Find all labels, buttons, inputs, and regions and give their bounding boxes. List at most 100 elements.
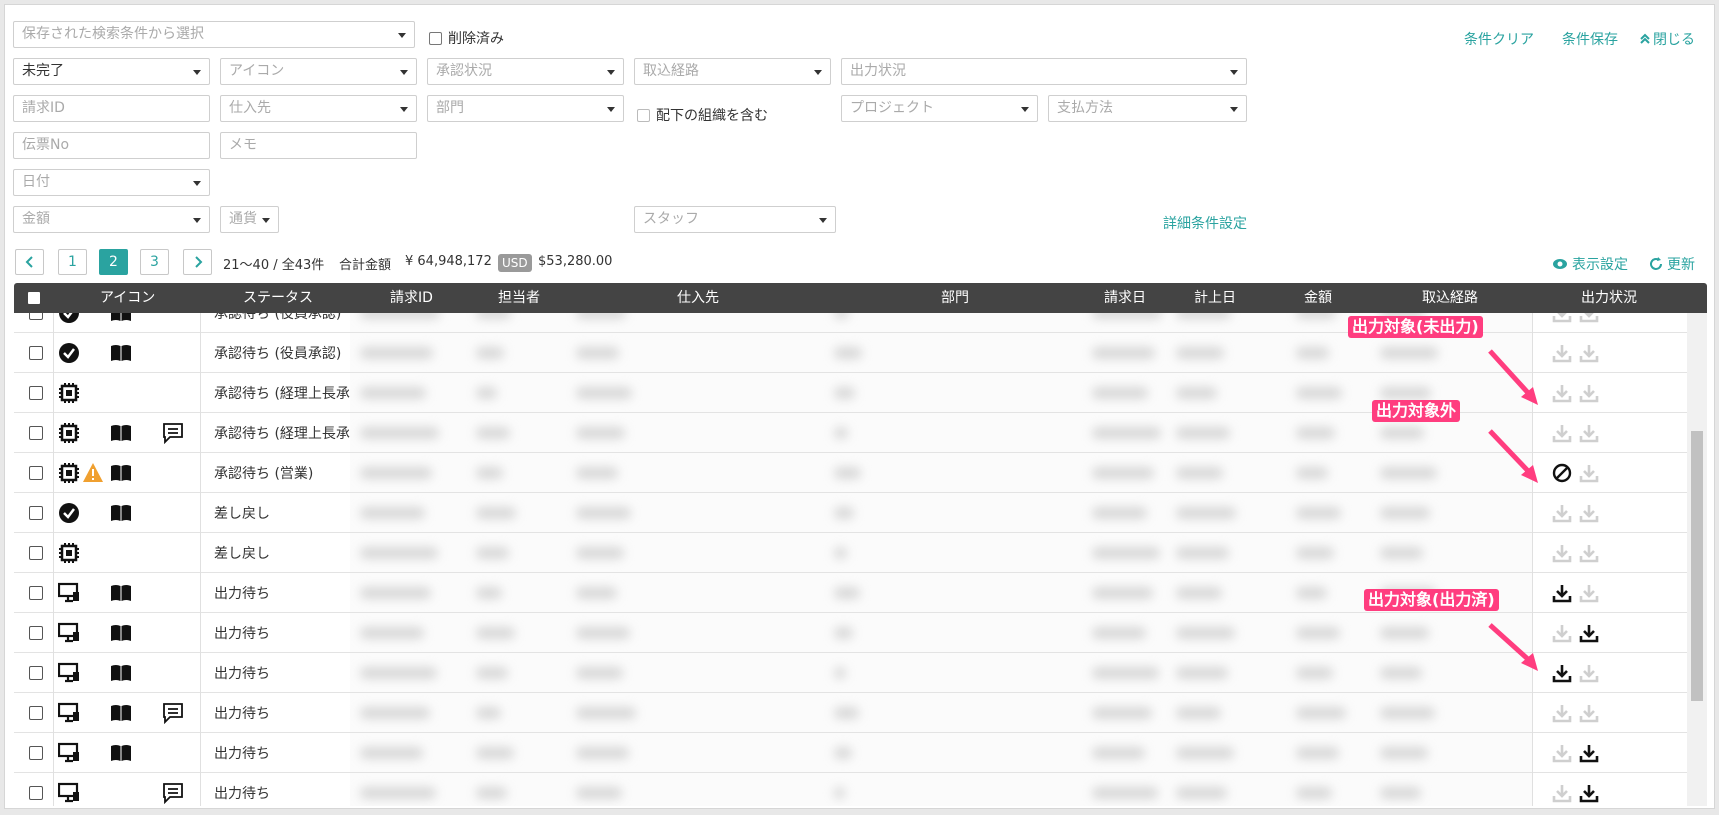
download-icon[interactable] [1579, 343, 1601, 365]
memo-input[interactable] [220, 132, 417, 159]
invoice-id-input[interactable] [13, 95, 210, 122]
amount-select[interactable]: 金額 [13, 206, 210, 233]
header-status[interactable]: ステータス [243, 283, 313, 313]
slip-no-field[interactable] [22, 137, 209, 153]
header-invoice-id[interactable]: 請求ID [390, 283, 433, 313]
icon-select[interactable]: アイコン [220, 58, 417, 85]
total-usd: $53,280.00 [538, 254, 613, 269]
header-owner[interactable]: 担当者 [498, 283, 540, 313]
output-status-select[interactable]: 出力状況 [841, 58, 1247, 85]
date-select[interactable]: 日付 [13, 169, 210, 196]
row-checkbox[interactable] [29, 426, 43, 440]
table-row[interactable]: 出力待ち [14, 613, 1687, 653]
clear-conditions-link[interactable]: 条件クリア [1464, 29, 1534, 49]
row-checkbox[interactable] [29, 466, 43, 480]
deleted-checkbox[interactable]: 削除済み [429, 28, 504, 48]
blurred-cell [476, 587, 502, 599]
download-done-icon[interactable] [1552, 663, 1574, 685]
refresh-link[interactable]: 更新 [1649, 254, 1695, 274]
department-select[interactable]: 部門 [427, 95, 624, 122]
download-icon[interactable] [1552, 423, 1574, 445]
download-icon[interactable] [1579, 663, 1601, 685]
row-checkbox[interactable] [29, 706, 43, 720]
header-amount[interactable]: 金額 [1304, 283, 1332, 313]
download-icon[interactable] [1552, 343, 1574, 365]
ban-icon[interactable] [1552, 463, 1574, 485]
download-icon[interactable] [1579, 463, 1601, 485]
download-icon[interactable] [1579, 313, 1601, 325]
page-3-button[interactable]: 3 [140, 249, 169, 275]
table-row[interactable]: 出力待ち [14, 773, 1687, 806]
download-icon[interactable] [1552, 383, 1574, 405]
supplier-select[interactable]: 仕入先 [220, 95, 417, 122]
page-1-button[interactable]: 1 [58, 249, 87, 275]
download-icon[interactable] [1579, 543, 1601, 565]
row-checkbox[interactable] [29, 546, 43, 560]
header-posting-date[interactable]: 計上日 [1194, 283, 1236, 313]
row-checkbox[interactable] [29, 386, 43, 400]
display-settings-link[interactable]: 表示設定 [1552, 254, 1628, 274]
checkbox-box[interactable] [637, 108, 650, 122]
header-department[interactable]: 部門 [941, 283, 969, 313]
slip-no-input[interactable] [13, 132, 210, 159]
header-icon[interactable]: アイコン [100, 283, 155, 313]
download-done-icon[interactable] [1579, 743, 1601, 765]
row-checkbox[interactable] [29, 666, 43, 680]
prev-page-button[interactable] [15, 249, 44, 275]
download-icon[interactable] [1579, 423, 1601, 445]
download-icon[interactable] [1552, 783, 1574, 805]
table-row[interactable]: 差し戻し [14, 533, 1687, 573]
download-icon[interactable] [1552, 703, 1574, 725]
approval-select[interactable]: 承認状況 [427, 58, 624, 85]
table-row[interactable]: 差し戻し [14, 493, 1687, 533]
row-checkbox[interactable] [29, 786, 43, 800]
download-icon[interactable] [1552, 313, 1574, 325]
staff-select[interactable]: スタッフ [634, 206, 836, 233]
close-filter-link[interactable]: 閉じる [1639, 29, 1695, 49]
download-icon[interactable] [1552, 543, 1574, 565]
download-icon[interactable] [1552, 743, 1574, 765]
table-row[interactable]: 承認待ち (営業) [14, 453, 1687, 493]
page-2-button[interactable]: 2 [99, 249, 128, 275]
header-invoice-date[interactable]: 請求日 [1104, 283, 1146, 313]
row-checkbox[interactable] [29, 626, 43, 640]
download-icon[interactable] [1552, 623, 1574, 645]
row-checkbox[interactable] [29, 746, 43, 760]
invoice-id-field[interactable] [22, 100, 209, 116]
download-icon[interactable] [1579, 583, 1601, 605]
row-checkbox[interactable] [29, 313, 43, 320]
header-supplier[interactable]: 仕入先 [677, 283, 719, 313]
download-done-icon[interactable] [1552, 583, 1574, 605]
status-select[interactable]: 未完了 [13, 58, 210, 85]
currency-select[interactable]: 通貨 [220, 206, 279, 233]
save-conditions-link[interactable]: 条件保存 [1562, 29, 1618, 49]
project-select[interactable]: プロジェクト [841, 95, 1038, 122]
download-done-icon[interactable] [1579, 783, 1601, 805]
select-all-checkbox[interactable] [28, 292, 40, 304]
vertical-scrollbar[interactable] [1687, 313, 1707, 806]
blurred-cell [1380, 427, 1424, 439]
memo-field[interactable] [229, 137, 416, 153]
download-done-icon[interactable] [1579, 623, 1601, 645]
scrollbar-thumb[interactable] [1691, 431, 1703, 701]
row-checkbox[interactable] [29, 346, 43, 360]
payment-method-select[interactable]: 支払方法 [1048, 95, 1247, 122]
include-sub-org-checkbox[interactable]: 配下の組織を含む [637, 105, 768, 125]
next-page-button[interactable] [183, 249, 212, 275]
header-import-route[interactable]: 取込経路 [1422, 283, 1478, 313]
download-icon[interactable] [1579, 383, 1601, 405]
table-row[interactable]: 出力待ち [14, 733, 1687, 773]
checkbox-box[interactable] [429, 31, 442, 45]
download-icon[interactable] [1579, 703, 1601, 725]
table-row[interactable]: 承認待ち (役員承認) [14, 333, 1687, 373]
row-checkbox[interactable] [29, 506, 43, 520]
saved-search-select[interactable]: 保存された検索条件から選択 [13, 21, 415, 48]
import-route-select[interactable]: 取込経路 [634, 58, 831, 85]
row-checkbox[interactable] [29, 586, 43, 600]
table-row[interactable]: 出力待ち [14, 693, 1687, 733]
download-icon[interactable] [1579, 503, 1601, 525]
table-row[interactable]: 出力待ち [14, 653, 1687, 693]
detail-conditions-link[interactable]: 詳細条件設定 [1163, 213, 1247, 233]
header-output-status[interactable]: 出力状況 [1581, 283, 1637, 313]
download-icon[interactable] [1552, 503, 1574, 525]
